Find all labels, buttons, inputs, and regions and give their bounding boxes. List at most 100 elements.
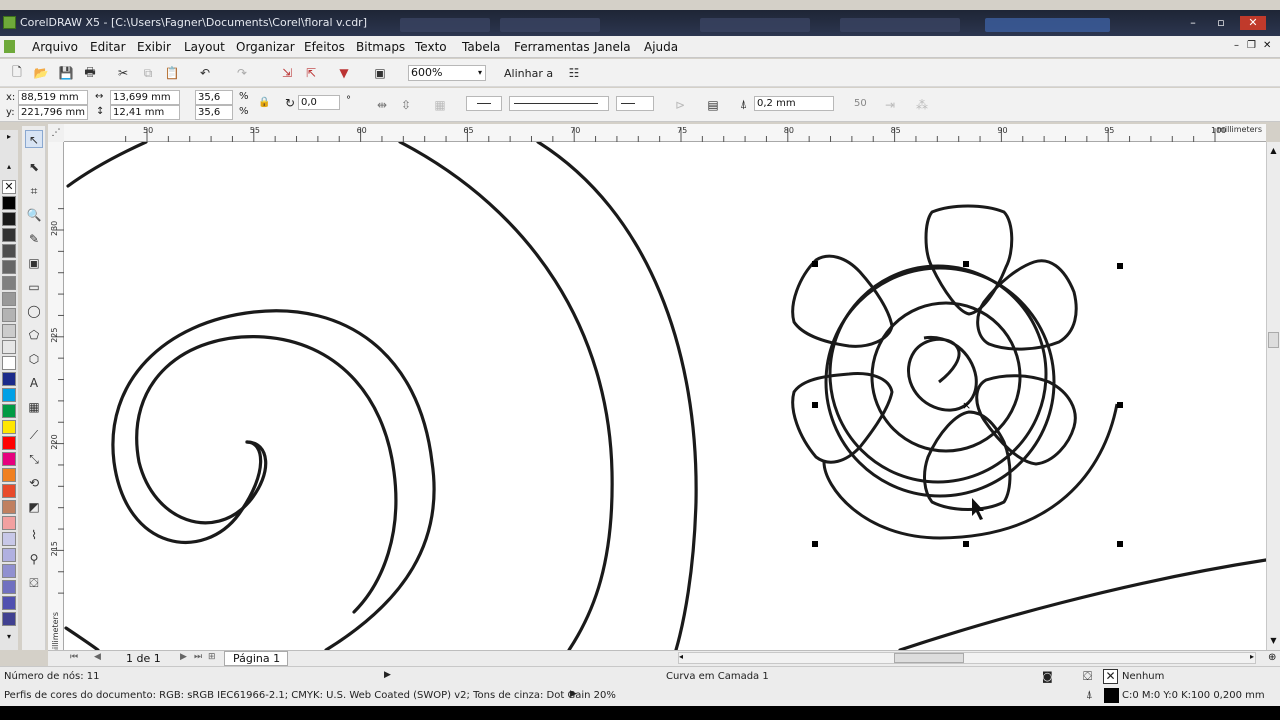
expand-status-icon[interactable]: ▶ [384, 670, 391, 680]
height-field[interactable]: 12,41 mm [110, 105, 180, 120]
pick-tool-icon[interactable]: ↖ [25, 130, 43, 148]
smart-fill-icon[interactable]: ▣ [25, 254, 43, 272]
menu-tabela[interactable]: Tabela [462, 40, 500, 54]
zoom-navigator-icon[interactable]: ⊕ [1268, 652, 1276, 663]
menu-editar[interactable]: Editar [90, 40, 126, 54]
close-icon[interactable]: ✕ [1240, 16, 1266, 30]
color-swatch[interactable] [2, 500, 16, 514]
scroll-left-icon[interactable]: ◂ [679, 652, 683, 661]
color-swatch[interactable] [2, 548, 16, 562]
color-swatch[interactable] [2, 324, 16, 338]
end-arrow-select[interactable] [616, 96, 654, 111]
menu-ajuda[interactable]: Ajuda [644, 40, 678, 54]
palette-flyout-icon[interactable]: ▸ [2, 132, 16, 146]
connector-tool-icon[interactable]: ⤡ [25, 450, 43, 468]
prev-page-icon[interactable]: ◀ [94, 652, 101, 662]
color-swatch[interactable] [2, 516, 16, 530]
color-swatch[interactable] [2, 292, 16, 306]
basic-shapes-icon[interactable]: ⬡ [25, 350, 43, 368]
doc-restore-icon[interactable]: ❐ [1247, 40, 1256, 51]
text-tool-icon[interactable]: A [25, 374, 43, 392]
menu-efeitos[interactable]: Efeitos [304, 40, 345, 54]
drawing-canvas[interactable]: × [64, 142, 1266, 650]
scroll-up-icon[interactable]: ▲ [1268, 146, 1279, 156]
paste-icon[interactable]: 📋 [162, 63, 182, 83]
redo-icon[interactable]: ↷ [232, 63, 252, 83]
add-page-icon[interactable]: ⊞ [208, 652, 216, 662]
color-swatch[interactable] [2, 308, 16, 322]
last-page-icon[interactable]: ⏭ [194, 652, 202, 662]
outline-color-swatch[interactable] [1104, 688, 1119, 703]
menu-janela[interactable]: Janela [594, 40, 631, 54]
curve-smoothing-value[interactable]: 50 [854, 98, 867, 109]
rotation-field[interactable]: 0,0 [298, 95, 340, 110]
menu-organizar[interactable]: Organizar [236, 40, 295, 54]
line-style-select[interactable] [509, 96, 609, 111]
next-page-icon[interactable]: ▶ [180, 652, 187, 662]
table-tool-icon[interactable]: ▦ [25, 398, 43, 416]
color-swatch[interactable] [2, 612, 16, 626]
color-swatch[interactable] [2, 404, 16, 418]
extract-nodes-icon[interactable]: ⁂ [912, 95, 932, 115]
color-swatch[interactable] [2, 340, 16, 354]
options-icon[interactable]: ☷ [564, 63, 584, 83]
menu-layout[interactable]: Layout [184, 40, 225, 54]
cut-icon[interactable]: ✂ [113, 63, 133, 83]
eyedropper-tool-icon[interactable]: ⌇ [25, 526, 43, 544]
undo-icon[interactable]: ↶ [195, 63, 215, 83]
expand-status-icon[interactable]: ▶ [570, 689, 577, 699]
scale-x-field[interactable]: 35,6 [195, 90, 233, 105]
color-swatch[interactable] [2, 244, 16, 258]
save-icon[interactable]: 💾 [56, 63, 76, 83]
document-color-profiles[interactable]: Perfis de cores do documento: RGB: sRGB … [4, 690, 616, 701]
open-folder-icon[interactable]: 📂 [31, 63, 51, 83]
transparency-tool-icon[interactable]: ◩ [25, 498, 43, 516]
outline-tool-icon[interactable]: ⚲ [25, 550, 43, 568]
color-swatch[interactable] [2, 372, 16, 386]
menu-ferramentas[interactable]: Ferramentas [514, 40, 590, 54]
color-swatch[interactable] [2, 212, 16, 226]
x-position-field[interactable]: 88,519 mm [18, 90, 88, 105]
close-curve-icon[interactable]: ⊳ [670, 95, 690, 115]
outline-pen-icon[interactable]: ▤ [703, 95, 723, 115]
no-fill-icon[interactable]: ✕ [1103, 669, 1118, 684]
scroll-thumb[interactable] [894, 653, 964, 663]
blend-tool-icon[interactable]: ⟲ [25, 474, 43, 492]
horizontal-ruler[interactable]: 50 55 60 65 70 75 80 85 90 95 100 millimeters [64, 124, 1266, 142]
color-proof-icon[interactable]: ◙ [1042, 670, 1053, 683]
color-swatch[interactable] [2, 532, 16, 546]
wrap-text-icon[interactable]: ▦ [430, 95, 450, 115]
freehand-tool-icon[interactable]: ✎ [25, 230, 43, 248]
vertical-ruler[interactable]: 230 225 220 215 millimeters [48, 142, 64, 657]
maximize-icon[interactable]: ▫ [1212, 16, 1230, 30]
doc-close-icon[interactable]: ✕ [1263, 40, 1271, 51]
menu-exibir[interactable]: Exibir [137, 40, 171, 54]
print-icon[interactable]: 🖶 [80, 63, 100, 83]
mirror-horizontal-icon[interactable]: ⇹ [372, 95, 392, 115]
application-launcher-icon[interactable]: ▼ [334, 63, 354, 83]
color-swatch[interactable] [2, 356, 16, 370]
color-swatch[interactable] [2, 468, 16, 482]
scroll-down-icon[interactable]: ▼ [1268, 636, 1279, 646]
tab-pagina-1[interactable]: Página 1 [224, 651, 288, 666]
dimension-tool-icon[interactable]: ⟋ [25, 426, 43, 444]
new-document-icon[interactable]: 🗋 [7, 63, 27, 83]
menu-texto[interactable]: Texto [415, 40, 447, 54]
color-swatch[interactable] [2, 452, 16, 466]
color-swatch[interactable] [2, 276, 16, 290]
no-color-swatch[interactable]: ✕ [2, 180, 16, 194]
rectangle-tool-icon[interactable]: ▭ [25, 278, 43, 296]
color-swatch[interactable] [2, 260, 16, 274]
color-swatch[interactable] [2, 228, 16, 242]
minimize-icon[interactable]: – [1184, 16, 1202, 30]
menu-arquivo[interactable]: Arquivo [32, 40, 78, 54]
palette-scroll-up-icon[interactable]: ▴ [2, 162, 16, 176]
zoom-level-select[interactable]: 600% ▾ [408, 65, 486, 81]
color-swatch[interactable] [2, 580, 16, 594]
crop-tool-icon[interactable]: ⌗ [25, 182, 43, 200]
color-swatch[interactable] [2, 564, 16, 578]
vertical-scrollbar[interactable]: ▲ ▼ [1266, 142, 1280, 650]
palette-scroll-down-icon[interactable]: ▾ [2, 632, 16, 646]
smoothing-slider-icon[interactable]: ⇥ [880, 95, 900, 115]
color-swatch[interactable] [2, 196, 16, 210]
